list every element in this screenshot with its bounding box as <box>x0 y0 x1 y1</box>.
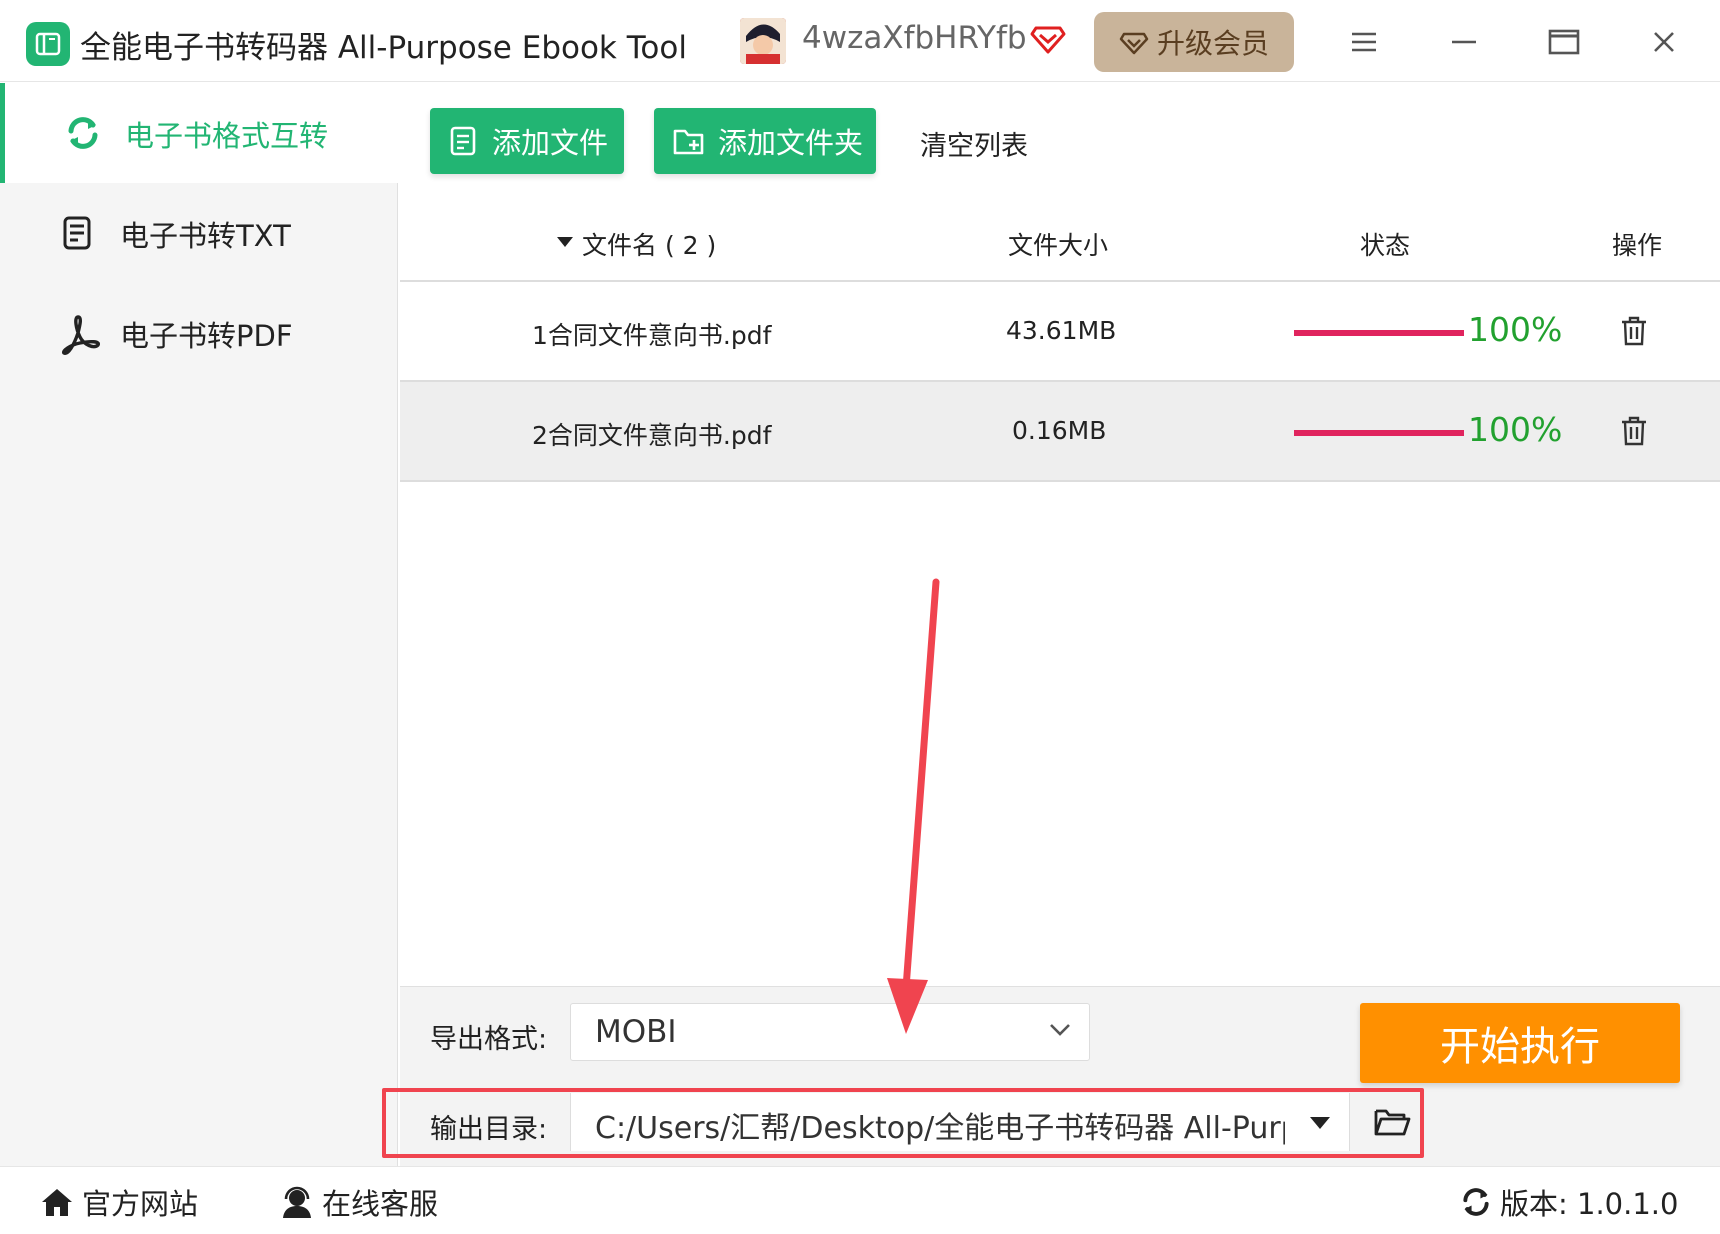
table-header: 文件名 ( 2 ) 文件大小 状态 操作 <box>400 200 1720 282</box>
pdf-icon <box>60 315 100 355</box>
format-value: MOBI <box>595 1014 677 1050</box>
document-icon <box>60 215 96 251</box>
add-file-icon <box>450 126 476 156</box>
refresh-icon <box>65 115 101 151</box>
vip-diamond-icon <box>1030 20 1066 60</box>
file-name: 1合同文件意向书.pdf <box>532 321 772 350</box>
upgrade-label: 升级会员 <box>1156 27 1269 60</box>
status-bar: 官方网站 在线客服 版本: 1.0.1.0 <box>0 1166 1720 1234</box>
app-title: 全能电子书转码器 All-Purpose Ebook Tool <box>80 30 687 66</box>
progress-fill <box>1294 330 1464 336</box>
upgrade-button[interactable]: 升级会员 <box>1094 12 1294 72</box>
sidebar-item-label: 电子书转TXT <box>120 219 291 253</box>
add-file-button[interactable]: 添加文件 <box>430 108 624 174</box>
home-icon <box>42 1189 72 1216</box>
column-header-name[interactable]: 文件名 ( 2 ) <box>582 226 716 262</box>
progress-percent: 100% <box>1468 310 1563 349</box>
delete-icon[interactable] <box>1620 316 1648 350</box>
sidebar-item-label: 电子书格式互转 <box>125 119 329 153</box>
add-file-label: 添加文件 <box>492 126 609 160</box>
table-row[interactable]: 1合同文件意向书.pdf 43.61MB 100% <box>400 282 1720 382</box>
update-refresh-icon <box>1463 1188 1489 1216</box>
format-select[interactable]: MOBI <box>570 1003 1090 1061</box>
file-name: 2合同文件意向书.pdf <box>532 421 772 450</box>
close-icon[interactable] <box>1640 20 1688 64</box>
table-row[interactable]: 2合同文件意向书.pdf 0.16MB 100% <box>400 382 1720 482</box>
customer-service-icon <box>283 1186 311 1218</box>
delete-icon[interactable] <box>1620 416 1648 450</box>
file-size: 0.16MB <box>1012 416 1107 445</box>
progress-bar <box>1294 330 1464 336</box>
sidebar-item-format-convert[interactable]: 电子书格式互转 <box>0 83 398 183</box>
upgrade-diamond-icon <box>1119 32 1149 55</box>
website-link[interactable]: 官方网站 <box>40 1181 198 1223</box>
username[interactable]: 4wzaXfbHRYfb <box>802 20 1027 56</box>
app-window: 全能电子书转码器 All-Purpose Ebook Tool 4wzaXfbH… <box>0 0 1720 1234</box>
chevron-down-icon <box>1049 1022 1071 1041</box>
menu-icon[interactable] <box>1340 20 1388 64</box>
file-size: 43.61MB <box>1006 316 1117 345</box>
sort-caret-icon[interactable] <box>556 226 574 255</box>
website-label: 官方网站 <box>82 1187 199 1221</box>
format-label: 导出格式: <box>430 1024 548 1055</box>
sidebar-item-label: 电子书转PDF <box>120 319 293 353</box>
version-info[interactable]: 版本: 1.0.1.0 <box>1460 1181 1678 1223</box>
progress-percent: 100% <box>1468 410 1563 449</box>
user-avatar[interactable] <box>740 18 786 64</box>
minimize-icon[interactable] <box>1440 20 1488 64</box>
support-link[interactable]: 在线客服 <box>280 1181 438 1223</box>
sidebar-item-to-pdf[interactable]: 电子书转PDF <box>0 283 398 383</box>
app-logo-icon <box>26 22 70 66</box>
add-folder-icon <box>673 129 704 155</box>
support-label: 在线客服 <box>322 1187 439 1221</box>
add-folder-button[interactable]: 添加文件夹 <box>654 108 876 174</box>
clear-list-button[interactable]: 清空列表 <box>920 124 1028 163</box>
maximize-icon[interactable] <box>1540 20 1588 64</box>
start-button[interactable]: 开始执行 <box>1360 1003 1680 1083</box>
sidebar: 电子书格式互转 电子书转TXT 电子书转PDF <box>0 83 398 1166</box>
annotation-highlight-box <box>382 1088 1424 1158</box>
progress-fill <box>1294 430 1464 436</box>
progress-bar <box>1294 430 1464 436</box>
column-header-status: 状态 <box>1360 231 1411 260</box>
column-header-size: 文件大小 <box>1008 231 1109 260</box>
column-header-action: 操作 <box>1612 231 1663 260</box>
sidebar-item-to-txt[interactable]: 电子书转TXT <box>0 183 398 283</box>
title-bar: 全能电子书转码器 All-Purpose Ebook Tool 4wzaXfbH… <box>0 0 1720 82</box>
version-label: 版本: 1.0.1.0 <box>1500 1187 1679 1221</box>
add-folder-label: 添加文件夹 <box>718 126 864 160</box>
